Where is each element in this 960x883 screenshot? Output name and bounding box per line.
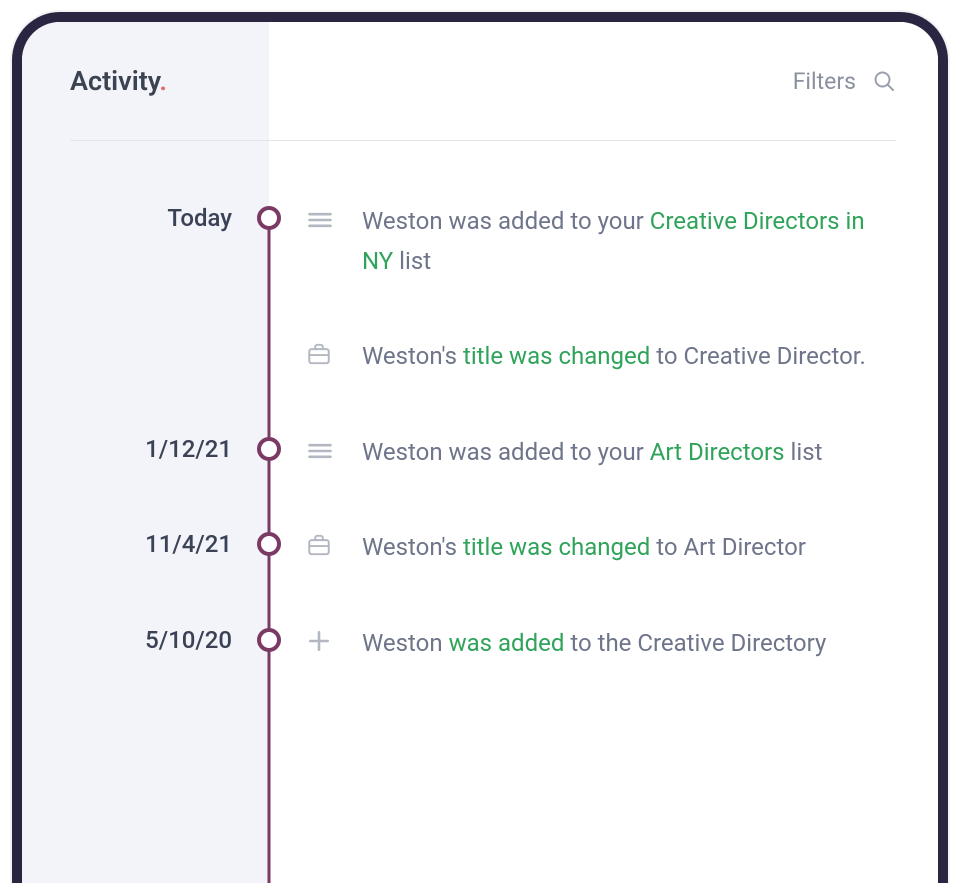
activity-timeline: Today Weston was added to your Creative D…: [22, 202, 938, 883]
search-icon[interactable]: [872, 69, 896, 93]
entry-date: Today: [22, 202, 232, 232]
entry-text: Weston was added to your Art Directors l…: [362, 433, 938, 473]
plain-text: to Art Director: [650, 533, 806, 561]
list-icon: [306, 202, 362, 234]
plain-text: Weston's: [362, 533, 463, 561]
timeline-entry: 1/12/21 Weston was added to your Art Dire…: [22, 433, 938, 473]
entry-text: Weston's title was changed to Art Direct…: [362, 528, 938, 568]
entry-text: Weston was added to the Creative Directo…: [362, 624, 938, 664]
entry-date: 1/12/21: [22, 433, 232, 463]
briefcase-icon: [306, 528, 362, 558]
plain-text: list: [785, 438, 823, 466]
timeline-entry: Weston's title was changed to Creative D…: [22, 337, 938, 377]
plain-text: list: [393, 247, 431, 275]
plain-text: Weston was added to your: [362, 438, 650, 466]
filters-button[interactable]: Filters: [793, 68, 856, 95]
timeline-entry: Today Weston was added to your Creative D…: [22, 202, 938, 281]
timeline-marker: [257, 206, 281, 230]
page-title: Activity.: [70, 65, 167, 97]
entry-date: 11/4/21: [22, 528, 232, 558]
header: Activity. Filters: [22, 22, 938, 140]
highlight-text: title was changed: [463, 533, 650, 561]
timeline-marker: [257, 532, 281, 556]
page-title-dot: .: [159, 65, 167, 97]
page-title-text: Activity: [70, 65, 159, 97]
entry-date: 5/10/20: [22, 624, 232, 654]
header-divider: [70, 140, 896, 141]
list-icon: [306, 433, 362, 465]
plain-text: to Creative Director.: [650, 342, 865, 370]
entry-text: Weston's title was changed to Creative D…: [362, 337, 938, 377]
plain-text: Weston's: [362, 342, 463, 370]
highlight-text: was added: [449, 629, 565, 657]
highlight-text: Art Directors: [650, 438, 785, 466]
plain-text: Weston: [362, 629, 449, 657]
device-frame: Activity. Filters Today Weston was added …: [12, 12, 948, 883]
timeline-entry: 11/4/21 Weston's title was changed to Art…: [22, 528, 938, 568]
highlight-text: title was changed: [463, 342, 650, 370]
briefcase-icon: [306, 337, 362, 367]
plus-icon: [306, 624, 362, 654]
plain-text: Weston was added to your: [362, 207, 650, 235]
timeline-marker: [257, 437, 281, 461]
entry-text: Weston was added to your Creative Direct…: [362, 202, 938, 281]
timeline-entry: 5/10/20 Weston was added to the Creative …: [22, 624, 938, 664]
plain-text: to the Creative Directory: [564, 629, 826, 657]
timeline-marker: [257, 628, 281, 652]
